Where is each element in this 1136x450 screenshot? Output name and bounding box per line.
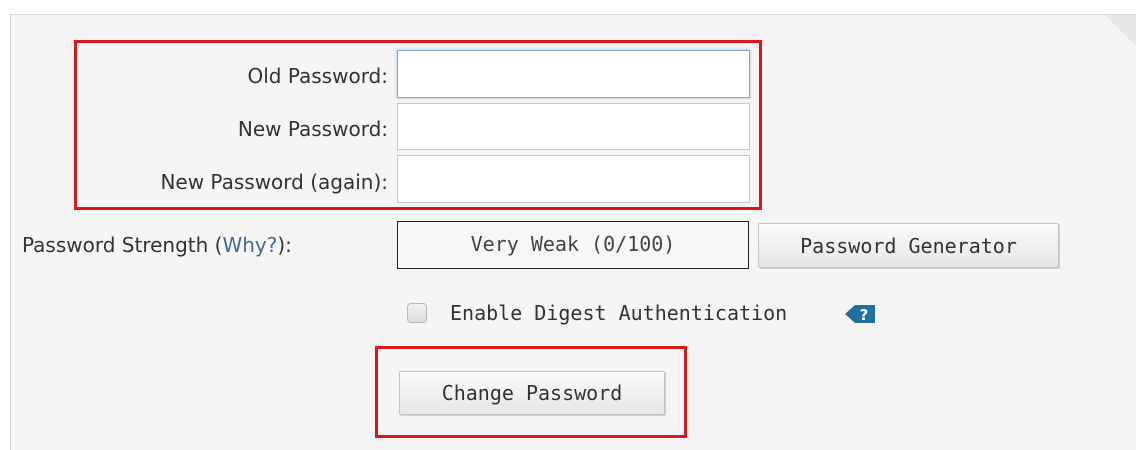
old-password-label: Old Password:	[247, 64, 388, 88]
question-tag-icon[interactable]: ?	[843, 303, 877, 325]
password-strength-meter: Very Weak (0/100)	[397, 221, 749, 269]
new-password-input[interactable]	[397, 103, 750, 150]
digest-auth-checkbox[interactable]	[407, 303, 427, 323]
svg-text:?: ?	[860, 306, 869, 324]
digest-auth-label: Enable Digest Authentication	[450, 301, 788, 325]
change-password-button[interactable]: Change Password	[399, 371, 665, 415]
new-password-again-label: New Password (again):	[160, 170, 388, 194]
password-strength-label: Password Strength (Why?):	[22, 233, 292, 257]
why-link[interactable]: Why?	[222, 233, 277, 257]
new-password-again-input[interactable]	[397, 155, 750, 203]
new-password-label: New Password:	[237, 117, 388, 141]
password-generator-button[interactable]: Password Generator	[758, 223, 1059, 268]
old-password-input[interactable]	[397, 50, 750, 98]
corner-fold	[1105, 15, 1136, 47]
